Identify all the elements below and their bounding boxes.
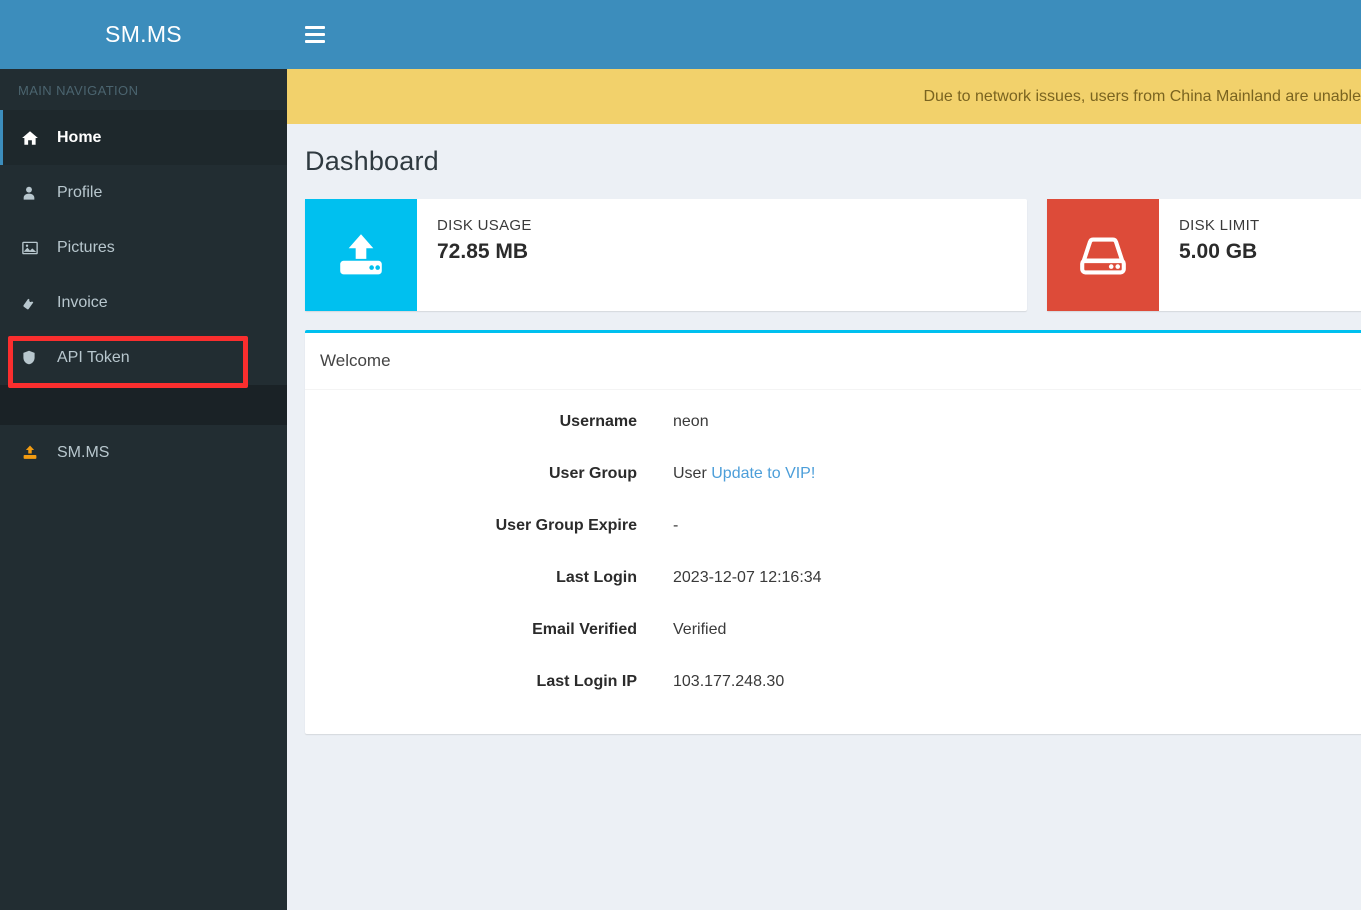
user-icon bbox=[21, 185, 47, 201]
hamburger-bar bbox=[305, 33, 325, 36]
sidebar-item-profile[interactable]: Profile bbox=[0, 165, 287, 220]
user-group-value: User bbox=[673, 465, 707, 482]
image-icon bbox=[21, 239, 47, 257]
info-box-content: DISK USAGE 72.85 MB bbox=[417, 199, 542, 311]
info-box-row: DISK USAGE 72.85 MB DISK LIMIT 5.00 GB bbox=[305, 199, 1361, 311]
row-value: - bbox=[673, 517, 679, 534]
row-label: User Group bbox=[548, 465, 637, 482]
info-box-value: 72.85 MB bbox=[437, 240, 529, 263]
sidebar-item-label: Pictures bbox=[57, 238, 115, 256]
row-value: 103.177.248.30 bbox=[673, 673, 785, 690]
sidebar-divider bbox=[0, 385, 287, 425]
table-row: Last Login IP 103.177.248.30 bbox=[305, 656, 1361, 708]
row-label: Last Login IP bbox=[536, 673, 637, 690]
table-row: Last Login 2023-12-07 12:16:34 bbox=[305, 552, 1361, 604]
hard-drive-icon bbox=[1047, 199, 1159, 311]
hamburger-bar bbox=[305, 40, 325, 43]
row-value: 2023-12-07 12:16:34 bbox=[673, 569, 822, 586]
network-notice-text: Due to network issues, users from China … bbox=[923, 87, 1361, 105]
row-label: User Group Expire bbox=[495, 517, 637, 534]
upload-icon bbox=[21, 444, 47, 462]
sidebar-item-label: Profile bbox=[57, 183, 103, 201]
info-box-title: DISK LIMIT bbox=[1179, 217, 1260, 234]
brand-logo-text: SM.MS bbox=[105, 21, 182, 47]
row-value: neon bbox=[673, 413, 709, 430]
info-box-disk-usage: DISK USAGE 72.85 MB bbox=[305, 199, 1027, 311]
sidebar-item-invoice[interactable]: Invoice bbox=[0, 275, 287, 330]
update-to-vip-link[interactable]: Update to VIP! bbox=[711, 465, 815, 482]
hamburger-bar bbox=[305, 26, 325, 29]
sidebar-item-label: Home bbox=[57, 128, 102, 146]
info-box-disk-limit: DISK LIMIT 5.00 GB bbox=[1047, 199, 1361, 311]
sidebar-item-label: API Token bbox=[57, 348, 130, 366]
sidebar-item-smms[interactable]: SM.MS bbox=[0, 425, 287, 480]
info-box-value: 5.00 GB bbox=[1179, 240, 1258, 263]
brand-logo[interactable]: SM.MS bbox=[0, 0, 287, 69]
sidebar-nav-list: Home Profile Pictures Invoice API Token … bbox=[0, 110, 287, 480]
row-value: Verified bbox=[673, 621, 727, 638]
sidebar-nav-header: MAIN NAVIGATION bbox=[0, 69, 287, 110]
welcome-panel: Welcome Username neon User Group User Up… bbox=[305, 330, 1361, 734]
home-icon bbox=[21, 129, 47, 147]
info-box-title: DISK USAGE bbox=[437, 217, 532, 234]
table-row: Username neon bbox=[305, 396, 1361, 448]
sidebar-item-label: SM.MS bbox=[57, 443, 110, 461]
page-title: Dashboard bbox=[305, 146, 439, 176]
table-row: Email Verified Verified bbox=[305, 604, 1361, 656]
sidebar-item-pictures[interactable]: Pictures bbox=[0, 220, 287, 275]
sidebar: SM.MS MAIN NAVIGATION Home Profile Pictu… bbox=[0, 0, 287, 910]
panel-title: Welcome bbox=[305, 333, 1361, 390]
sidebar-item-home[interactable]: Home bbox=[0, 110, 287, 165]
network-notice-banner: Due to network issues, users from China … bbox=[287, 69, 1361, 124]
hamburger-icon[interactable] bbox=[305, 26, 327, 43]
table-row: User Group User Update to VIP! bbox=[305, 448, 1361, 500]
table-row: User Group Expire - bbox=[305, 500, 1361, 552]
sidebar-item-api-token[interactable]: API Token bbox=[0, 330, 287, 385]
user-detail-table: Username neon User Group User Update to … bbox=[305, 396, 1361, 708]
topbar bbox=[287, 0, 1361, 69]
info-box-content: DISK LIMIT 5.00 GB bbox=[1159, 199, 1270, 311]
row-label: Last Login bbox=[556, 569, 637, 586]
main-area: Due to network issues, users from China … bbox=[287, 0, 1361, 910]
upload-drive-icon bbox=[305, 199, 417, 311]
row-value: User Update to VIP! bbox=[673, 448, 1361, 500]
shield-icon bbox=[21, 349, 47, 366]
row-label: Email Verified bbox=[532, 621, 637, 638]
app-root: SM.MS MAIN NAVIGATION Home Profile Pictu… bbox=[0, 0, 1361, 910]
ticket-icon bbox=[21, 294, 47, 312]
row-label: Username bbox=[559, 413, 637, 430]
content-area: Dashboard DISK USAGE 72.85 MB DISK LIMIT… bbox=[287, 124, 1361, 734]
sidebar-item-label: Invoice bbox=[57, 293, 108, 311]
